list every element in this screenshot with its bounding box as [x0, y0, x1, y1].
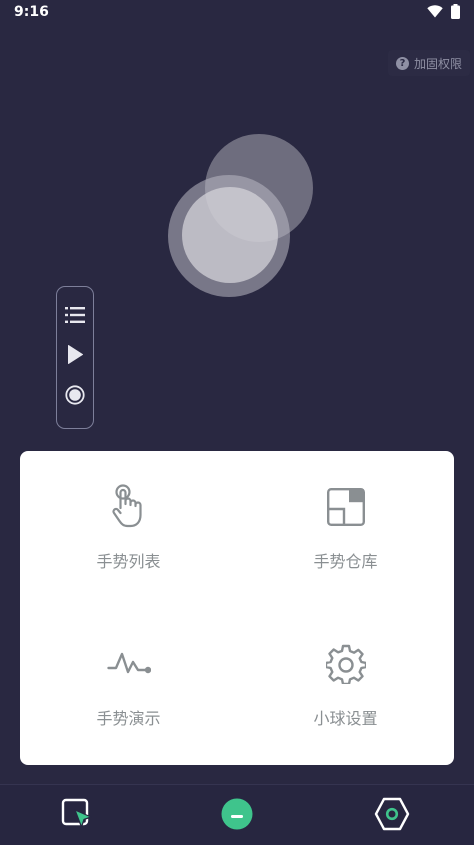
gesture-demo-button[interactable]: 手势演示 — [20, 608, 237, 765]
nav-settings-tab[interactable] — [374, 797, 410, 835]
play-icon[interactable] — [67, 344, 83, 368]
floating-toolbar — [56, 286, 94, 429]
wifi-icon — [427, 5, 443, 22]
status-time: 9:16 — [14, 4, 49, 20]
reinforce-permission-label: 加固权限 — [413, 56, 462, 71]
battery-icon — [451, 4, 460, 23]
select-cursor-icon — [60, 797, 94, 835]
hexagon-settings-icon — [374, 797, 410, 835]
status-icons — [427, 4, 460, 23]
pulse-wave-icon — [106, 640, 151, 688]
feature-menu-card: 手势列表 手势仓库 手势演示 小球设置 — [20, 451, 454, 765]
gesture-store-label: 手势仓库 — [313, 552, 378, 571]
list-icon[interactable] — [65, 306, 85, 328]
nav-ball-toggle[interactable] — [219, 798, 255, 834]
record-icon[interactable] — [65, 385, 85, 409]
gear-icon — [325, 640, 366, 688]
minimize-ball-icon — [221, 798, 253, 834]
bottom-nav — [0, 784, 474, 845]
floating-ball-preview[interactable] — [160, 125, 330, 300]
nav-select-tab[interactable] — [59, 798, 95, 834]
help-icon: ? — [395, 56, 409, 70]
status-bar: 9:16 — [0, 0, 474, 26]
gesture-list-button[interactable]: 手势列表 — [20, 451, 237, 608]
ball-settings-label: 小球设置 — [313, 709, 378, 728]
gesture-store-button[interactable]: 手势仓库 — [237, 451, 454, 608]
ball-inner-circle — [182, 187, 278, 283]
gesture-list-label: 手势列表 — [96, 552, 161, 571]
gesture-demo-label: 手势演示 — [96, 709, 161, 728]
reinforce-permission-button[interactable]: ? 加固权限 — [387, 50, 470, 76]
touch-hand-icon — [111, 483, 147, 531]
store-box-icon — [326, 483, 365, 531]
ball-settings-button[interactable]: 小球设置 — [237, 608, 454, 765]
